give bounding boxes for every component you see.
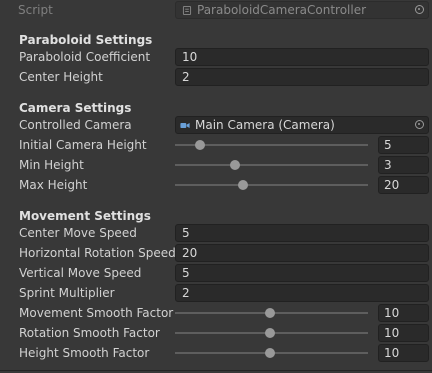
rotation-smooth-factor-row: Rotation Smooth Factor 10 [0,323,432,343]
paraboloid-coefficient-row: Paraboloid Coefficient 10 [0,47,432,67]
max-height-slider-track[interactable] [175,184,368,186]
object-picker-icon[interactable] [415,5,424,14]
paraboloid-coefficient-label: Paraboloid Coefficient [19,50,151,64]
vertical-move-speed-row: Vertical Move Speed 5 [0,263,432,283]
max-height-slider-thumb[interactable] [237,180,248,190]
max-height-row: Max Height 20 [0,175,432,195]
controlled-camera-value: Main Camera (Camera) [195,118,335,132]
script-row: Script ParaboloidCameraController [0,0,432,20]
sprint-multiplier-field[interactable]: 2 [175,284,429,302]
center-move-speed-row: Center Move Speed 5 [0,223,432,243]
center-height-row: Center Height 2 [0,67,432,87]
initial-camera-height-field[interactable]: 5 [378,136,429,154]
controlled-camera-field[interactable]: Main Camera (Camera) [175,116,429,134]
movement-smooth-factor-slider-thumb[interactable] [264,308,275,318]
sprint-multiplier-row: Sprint Multiplier 2 [0,283,432,303]
height-smooth-factor-field[interactable]: 10 [378,344,429,362]
rotation-smooth-factor-slider-thumb[interactable] [264,328,275,338]
controlled-camera-row: Controlled Camera Main Camera (Camera) [0,115,432,135]
center-height-label: Center Height [19,70,103,84]
script-field[interactable]: ParaboloidCameraController [175,1,429,19]
movement-smooth-factor-row: Movement Smooth Factor 10 [0,303,432,323]
object-picker-icon[interactable] [415,120,424,129]
paraboloid-coefficient-field[interactable]: 10 [175,48,429,66]
height-smooth-factor-label: Height Smooth Factor [19,346,150,360]
horizontal-rotation-speed-field[interactable]: 20 [175,244,429,262]
horizontal-rotation-speed-row: Horizontal Rotation Speed 20 [0,243,432,263]
movement-smooth-factor-field[interactable]: 10 [378,304,429,322]
min-height-field[interactable]: 3 [378,156,429,174]
height-smooth-factor-row: Height Smooth Factor 10 [0,343,432,363]
script-file-icon [182,6,192,15]
rotation-smooth-factor-field[interactable]: 10 [378,324,429,342]
initial-camera-height-slider-thumb[interactable] [195,140,206,150]
vertical-move-speed-field[interactable]: 5 [175,264,429,282]
movement-smooth-factor-label: Movement Smooth Factor [19,306,174,320]
height-smooth-factor-slider-thumb[interactable] [264,348,275,358]
center-move-speed-field[interactable]: 5 [175,224,429,242]
min-height-row: Min Height 3 [0,155,432,175]
script-value: ParaboloidCameraController [197,3,367,17]
vertical-move-speed-label: Vertical Move Speed [19,266,142,280]
min-height-slider-track[interactable] [175,164,368,166]
initial-camera-height-row: Initial Camera Height 5 [0,135,432,155]
controlled-camera-label: Controlled Camera [19,118,132,132]
horizontal-rotation-speed-label: Horizontal Rotation Speed [19,246,176,260]
min-height-label: Min Height [19,158,84,172]
rotation-smooth-factor-label: Rotation Smooth Factor [19,326,160,340]
initial-camera-height-label: Initial Camera Height [19,138,147,152]
max-height-field[interactable]: 20 [378,176,429,194]
max-height-label: Max Height [19,178,88,192]
min-height-slider-thumb[interactable] [229,160,240,170]
inspector-bottom-divider [0,370,432,371]
camera-icon [180,123,190,128]
script-label: Script [18,3,53,17]
sprint-multiplier-label: Sprint Multiplier [19,286,115,300]
center-move-speed-label: Center Move Speed [19,226,137,240]
center-height-field[interactable]: 2 [175,68,429,86]
